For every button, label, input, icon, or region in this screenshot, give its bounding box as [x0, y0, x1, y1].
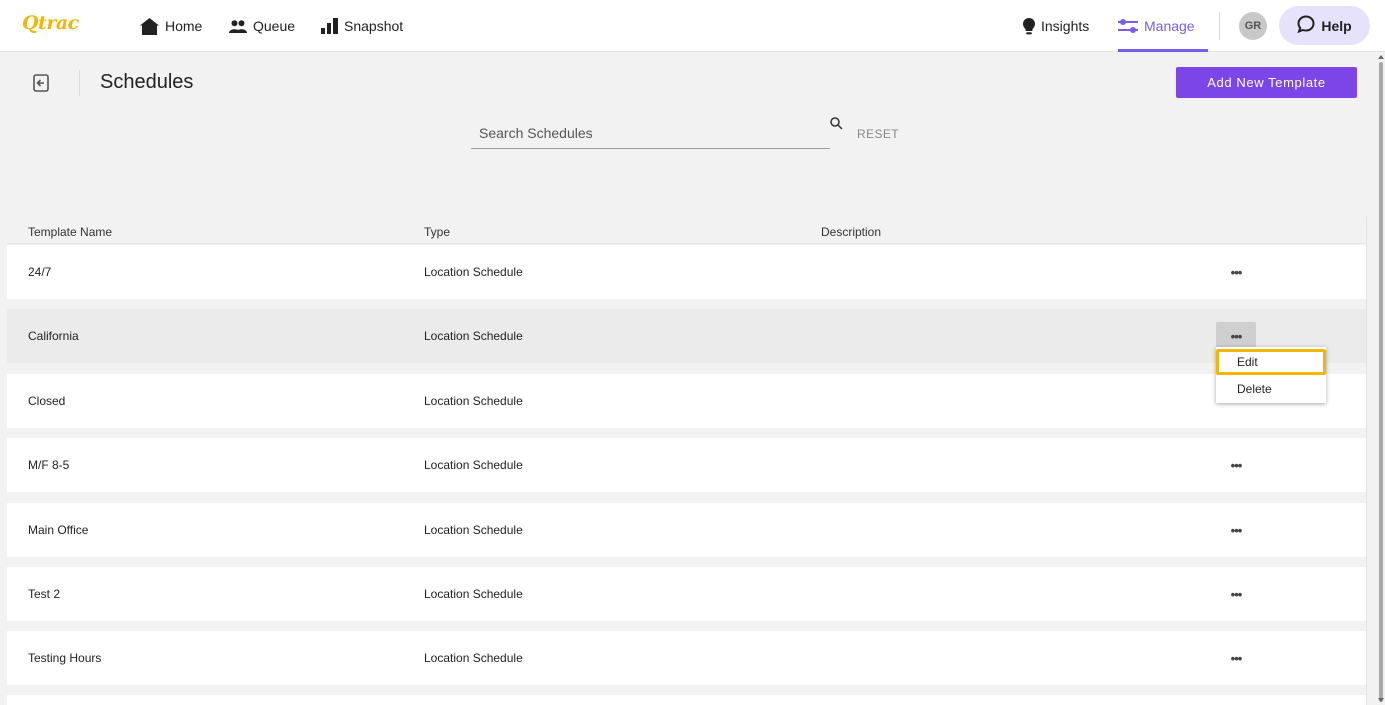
more-actions-button[interactable]: •••	[1216, 322, 1256, 350]
nav-home-label: Home	[165, 18, 203, 34]
header-divider	[79, 70, 80, 96]
template-name-cell: Main Office	[28, 523, 89, 537]
delete-menu-item[interactable]: Delete	[1216, 376, 1326, 402]
type-cell: Location Schedule	[424, 394, 523, 408]
sliders-icon	[1118, 19, 1138, 33]
column-header-template-name[interactable]: Template Name	[28, 225, 112, 239]
table-header-divider	[7, 243, 1367, 244]
more-actions-button[interactable]: •••	[1216, 258, 1256, 286]
row-context-menu: Edit Delete	[1216, 347, 1326, 403]
more-actions-button[interactable]: •••	[1216, 451, 1256, 479]
template-name-cell: Test 2	[28, 587, 61, 601]
nav-divider	[1219, 12, 1220, 40]
home-icon	[140, 17, 159, 35]
add-new-template-button[interactable]: Add New Template	[1176, 67, 1357, 98]
table-row[interactable]: Main Office Location Schedule •••	[7, 503, 1366, 557]
help-button-label: Help	[1321, 17, 1352, 34]
type-cell: Location Schedule	[424, 458, 523, 472]
nav-manage-label: Manage	[1144, 18, 1195, 34]
type-cell: Location Schedule	[424, 651, 523, 665]
column-header-description[interactable]: Description	[821, 225, 881, 239]
nav-insights-label: Insights	[1041, 18, 1090, 34]
edit-menu-item[interactable]: Edit	[1216, 349, 1326, 375]
nav-queue[interactable]: Queue	[229, 0, 295, 52]
scroll-down-arrow-icon[interactable]	[1378, 698, 1384, 702]
scrollbar-thumb[interactable]	[1379, 62, 1383, 702]
type-cell: Location Schedule	[424, 329, 523, 343]
more-actions-button[interactable]: •••	[1216, 580, 1256, 608]
scroll-up-arrow-icon[interactable]	[1378, 55, 1384, 59]
template-name-cell: California	[28, 329, 79, 343]
nav-home[interactable]: Home	[140, 0, 202, 52]
column-header-type[interactable]: Type	[424, 225, 450, 239]
page-title: Schedules	[100, 71, 194, 93]
top-navbar: Qtrac Home Queue Snapshot Insights Manag…	[0, 0, 1385, 52]
template-name-cell: M/F 8-5	[28, 458, 70, 472]
qtrac-logo[interactable]: Qtrac	[22, 12, 79, 34]
type-cell: Location Schedule	[424, 587, 523, 601]
user-avatar[interactable]: GR	[1239, 12, 1267, 40]
table-row[interactable]: Closed Location Schedule	[7, 374, 1366, 428]
search-input[interactable]	[479, 125, 819, 141]
active-tab-indicator	[1118, 49, 1208, 52]
chat-bubble-icon	[1297, 15, 1315, 36]
exit-icon	[33, 74, 49, 96]
table-row[interactable]: Testing Hours Location Schedule •••	[7, 631, 1366, 685]
vertical-scrollbar[interactable]	[1377, 52, 1385, 705]
table-row[interactable]: M/F 8-5 Location Schedule •••	[7, 438, 1366, 492]
nav-insights[interactable]: Insights	[1023, 0, 1089, 52]
search-icon[interactable]	[830, 117, 843, 135]
reset-button[interactable]: RESET	[857, 127, 899, 141]
type-cell: Location Schedule	[424, 265, 523, 279]
template-name-cell: 24/7	[28, 265, 52, 279]
table-row[interactable]: Test 2 Location Schedule •••	[7, 567, 1366, 621]
table-right-border	[1366, 217, 1367, 705]
people-icon	[229, 19, 247, 33]
help-button[interactable]: Help	[1279, 6, 1370, 45]
more-actions-button[interactable]: •••	[1216, 644, 1256, 672]
table-row[interactable]: California Location Schedule •••	[7, 309, 1366, 363]
nav-queue-label: Queue	[253, 18, 296, 34]
back-button[interactable]	[33, 74, 49, 92]
type-cell: Location Schedule	[424, 523, 523, 537]
nav-manage[interactable]: Manage	[1118, 0, 1208, 52]
nav-snapshot-label: Snapshot	[344, 18, 404, 34]
template-name-cell: Closed	[28, 394, 66, 408]
template-name-cell: Testing Hours	[28, 651, 102, 665]
table-row[interactable]: 24/7 Location Schedule •••	[7, 245, 1366, 299]
bar-chart-icon	[321, 18, 338, 34]
more-actions-button[interactable]: •••	[1216, 516, 1256, 544]
lightbulb-icon	[1023, 17, 1035, 35]
table-row[interactable]	[7, 695, 1366, 705]
search-field	[471, 118, 830, 149]
nav-snapshot[interactable]: Snapshot	[321, 0, 403, 52]
